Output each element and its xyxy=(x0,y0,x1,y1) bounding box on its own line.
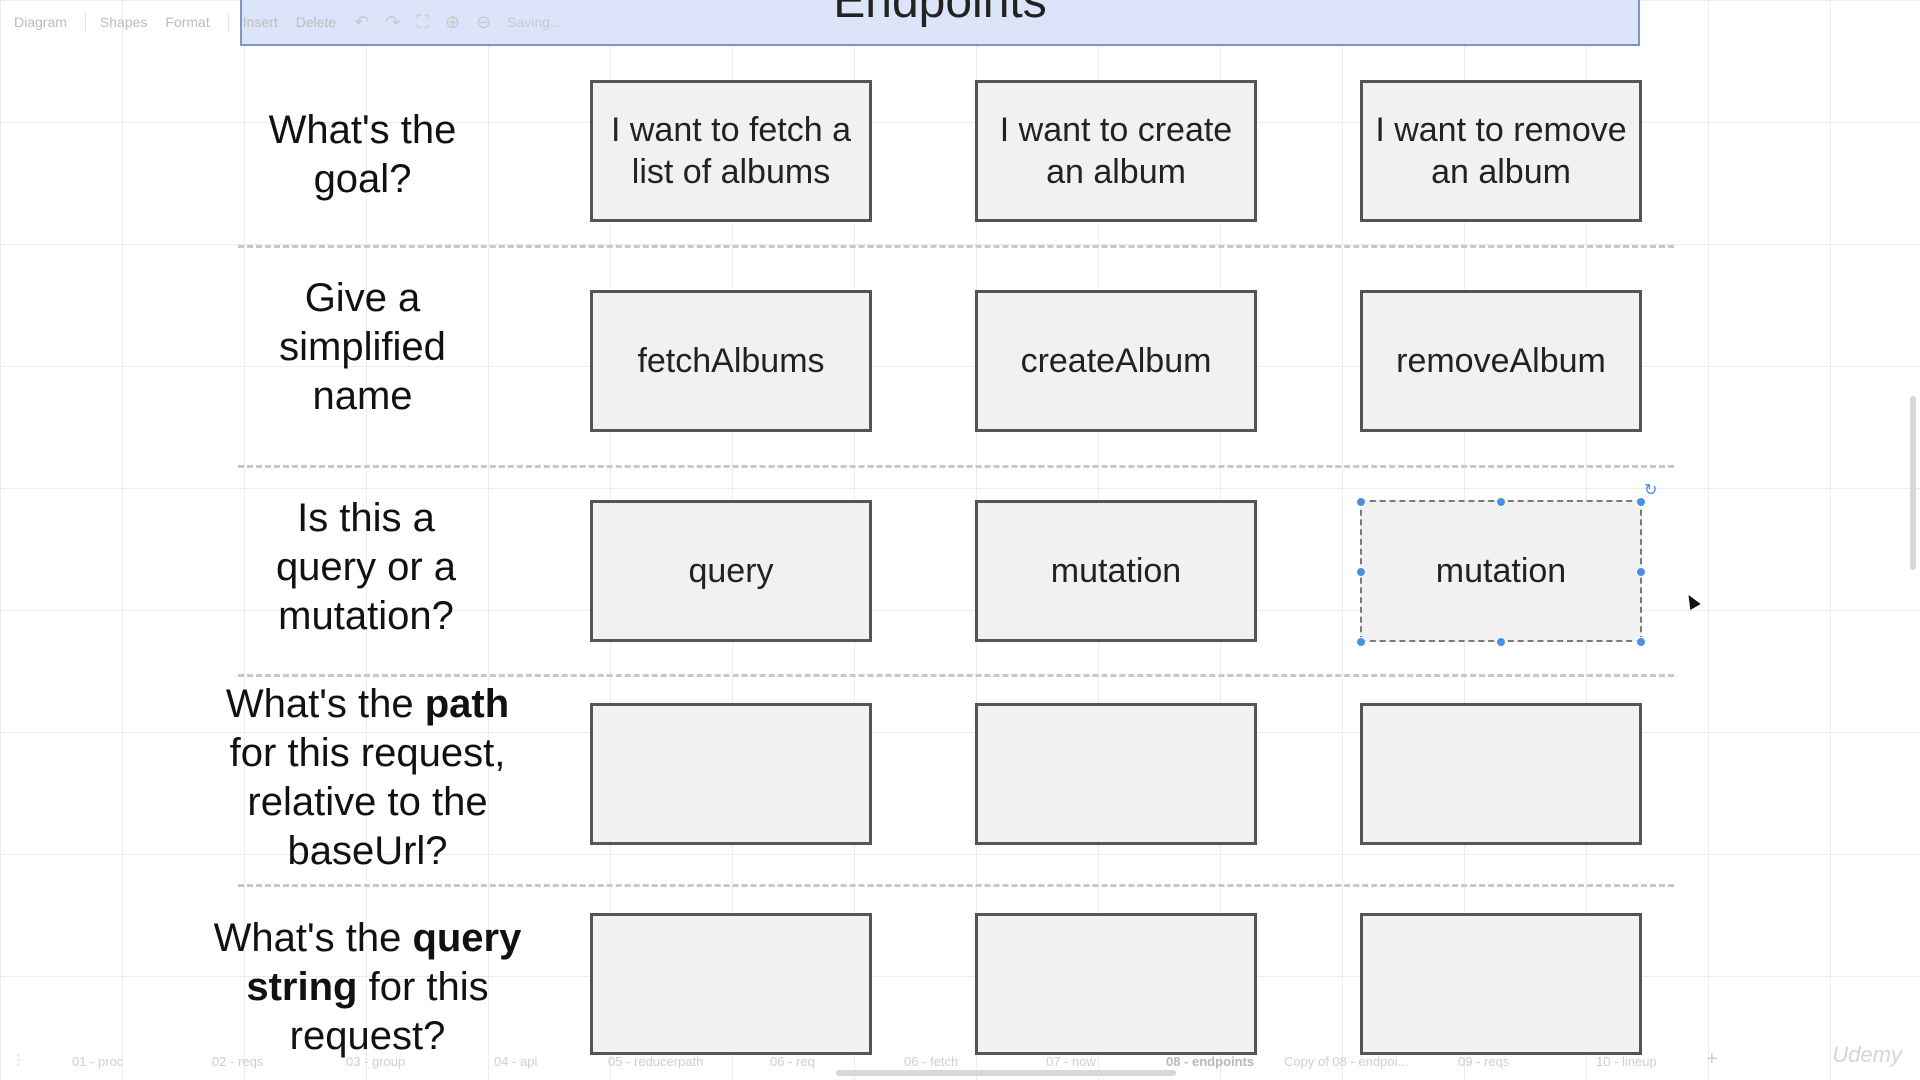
row-label-query-string[interactable]: What's the query string for this request… xyxy=(205,914,530,1061)
box-goal-remove[interactable]: I want to remove an album xyxy=(1360,80,1642,222)
horizontal-scrollbar[interactable] xyxy=(836,1070,1176,1076)
box-name-fetch[interactable]: fetchAlbums xyxy=(590,290,872,432)
row-label-type[interactable]: Is this a query or a mutation? xyxy=(250,494,482,641)
delete-button[interactable]: Delete xyxy=(296,14,336,30)
page-tab[interactable]: 06 - req xyxy=(770,1054,815,1069)
row-label-qs-pre: What's the xyxy=(213,916,413,960)
box-path-fetch[interactable] xyxy=(590,703,872,845)
row-divider xyxy=(238,884,1674,887)
insert-button[interactable]: Insert xyxy=(243,14,278,30)
page-tab[interactable]: 04 - api xyxy=(494,1054,537,1069)
row-divider xyxy=(238,245,1674,248)
box-path-remove[interactable] xyxy=(1360,703,1642,845)
resize-handle[interactable] xyxy=(1356,497,1366,507)
resize-handle[interactable] xyxy=(1636,567,1646,577)
redo-icon[interactable]: ↷ xyxy=(385,12,400,33)
saving-status: Saving... xyxy=(507,14,562,30)
page-tab[interactable]: 06 - fetch xyxy=(904,1054,958,1069)
page-tab[interactable]: 01 - proc xyxy=(72,1054,123,1069)
box-qs-remove[interactable] xyxy=(1360,913,1642,1055)
page-tab[interactable]: 03 - group xyxy=(346,1054,405,1069)
diagram-menu[interactable]: Diagram xyxy=(14,14,67,30)
shapes-button[interactable]: Shapes xyxy=(100,14,147,30)
vertical-scrollbar[interactable] xyxy=(1910,396,1916,570)
box-name-remove[interactable]: removeAlbum xyxy=(1360,290,1642,432)
row-label-path-bold: path xyxy=(424,682,510,726)
zoom-out-icon[interactable]: ⊖ xyxy=(476,12,491,33)
udemy-watermark: Udemy xyxy=(1832,1042,1902,1067)
row-label-goal[interactable]: What's the goal? xyxy=(250,106,475,204)
undo-icon[interactable]: ↶ xyxy=(354,12,369,33)
page-tabs-bar: ⋮ 01 - proc 02 - reqs 03 - group 04 - ap… xyxy=(0,1040,1920,1080)
box-goal-fetch[interactable]: I want to fetch a list of albums xyxy=(590,80,872,222)
format-button[interactable]: Format xyxy=(165,14,209,30)
resize-handle[interactable] xyxy=(1496,637,1506,647)
page-tab[interactable]: 10 - lineup xyxy=(1596,1054,1657,1069)
row-label-path-pre: What's the xyxy=(225,682,425,726)
row-label-path-post: for this request, relative to the baseUr… xyxy=(229,731,506,873)
pages-menu-icon[interactable]: ⋮ xyxy=(12,1052,25,1068)
toolbar-separator xyxy=(84,12,86,32)
row-divider xyxy=(238,465,1674,468)
page-tab[interactable]: Copy of 08 - endpoi... xyxy=(1284,1054,1408,1069)
page-tab[interactable]: 02 - reqs xyxy=(212,1054,263,1069)
page-tab[interactable]: 05 - reducerpath xyxy=(608,1054,703,1069)
row-label-name[interactable]: Give a simplified name xyxy=(245,274,480,421)
box-type-create[interactable]: mutation xyxy=(975,500,1257,642)
resize-handle[interactable] xyxy=(1356,567,1366,577)
resize-handle[interactable] xyxy=(1636,637,1646,647)
toolbar-separator xyxy=(227,12,229,32)
page-tab[interactable]: 09 - reqs xyxy=(1458,1054,1509,1069)
add-page-icon[interactable]: + xyxy=(1706,1048,1718,1071)
box-path-create[interactable] xyxy=(975,703,1257,845)
row-label-path[interactable]: What's the path for this request, relati… xyxy=(210,680,525,876)
box-goal-create[interactable]: I want to create an album xyxy=(975,80,1257,222)
box-type-fetch[interactable]: query xyxy=(590,500,872,642)
row-divider xyxy=(238,674,1674,677)
zoom-in-icon[interactable]: ⊕ xyxy=(445,12,460,33)
page-tab[interactable]: 07 - now xyxy=(1046,1054,1096,1069)
toolbar: Diagram Shapes Format Insert Delete ↶ ↷ … xyxy=(0,0,774,44)
resize-handle[interactable] xyxy=(1356,637,1366,647)
page-tab-active[interactable]: 08 - endpoints xyxy=(1166,1054,1254,1069)
box-qs-fetch[interactable] xyxy=(590,913,872,1055)
box-type-remove-selected[interactable]: mutation xyxy=(1360,500,1642,642)
box-name-create[interactable]: createAlbum xyxy=(975,290,1257,432)
fullscreen-icon[interactable]: ⛶ xyxy=(416,12,429,33)
mouse-cursor-icon xyxy=(1683,591,1701,611)
rotate-icon[interactable]: ↻ xyxy=(1644,480,1657,500)
resize-handle[interactable] xyxy=(1496,497,1506,507)
box-qs-create[interactable] xyxy=(975,913,1257,1055)
